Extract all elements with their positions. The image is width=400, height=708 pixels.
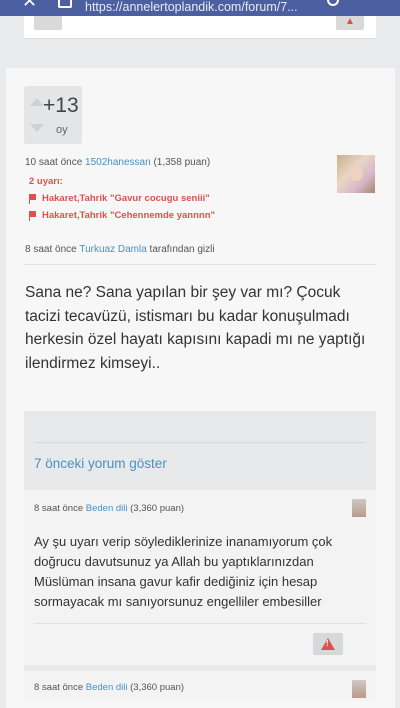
comment-text: Ay şu uyarı verip söylediklerinize inana… <box>34 534 333 609</box>
hidden-time: 8 saat önce <box>25 244 77 255</box>
post-meta: 10 saat önce 1502hanessan (1,358 puan) <box>25 157 210 168</box>
browser-toolbar: ✕ https://annelertoplandik.com/forum/7..… <box>0 0 400 16</box>
warning-item: Hakaret,Tahrik "Gavur cocugu seniii" <box>29 193 210 204</box>
downvote-icon[interactable] <box>30 124 44 132</box>
divider <box>34 442 366 443</box>
post-time: 10 saat önce <box>25 157 83 168</box>
author-avatar[interactable] <box>337 155 375 193</box>
warning-item: Hakaret,Tahrik "Cehennemde yannnn" <box>29 210 216 221</box>
url-field[interactable]: https://annelertoplandik.com/forum/7... <box>85 0 298 14</box>
post-author-points: (1,358 puan) <box>153 157 211 168</box>
divider <box>34 623 366 624</box>
warning-text: Hakaret,Tahrik "Gavur cocugu seniii" <box>42 193 210 204</box>
vote-box: +13 oy <box>24 86 82 144</box>
lock-icon[interactable] <box>58 0 72 8</box>
comment-meta: 8 saat önce Beden dili (3,360 puan) <box>34 503 184 514</box>
comment-avatar[interactable] <box>352 499 366 517</box>
comment-time: 8 saat önce <box>34 503 84 514</box>
flag-icon <box>29 194 36 204</box>
flag-button[interactable] <box>34 16 62 30</box>
hidden-suffix: tarafından gizli <box>149 244 215 255</box>
post-body: Sana ne? Sana yapılan bir şey var mı? Ço… <box>25 284 366 372</box>
close-icon[interactable]: ✕ <box>22 0 37 10</box>
vote-label: oy <box>56 124 68 136</box>
upvote-icon[interactable] <box>30 98 44 106</box>
divider <box>24 264 376 265</box>
post-author-link[interactable]: 1502hanessan <box>85 157 151 168</box>
warning-icon: ! <box>321 638 335 650</box>
comment-author-points: (3,360 puan) <box>130 503 185 514</box>
comment-item: 8 saat önce Beden dili (3,360 puan) <box>24 671 376 701</box>
hidden-note: 8 saat önce Turkuaz Damla tarafından giz… <box>25 244 215 255</box>
show-previous-comments-link[interactable]: 7 önceki yorum göster <box>34 456 167 471</box>
report-comment-button[interactable]: ! <box>313 633 343 655</box>
comment-avatar[interactable] <box>352 680 366 698</box>
warning-text: Hakaret,Tahrik "Cehennemde yannnn" <box>42 210 216 221</box>
flag-icon <box>29 211 36 221</box>
previous-post-footer: ▲ <box>24 16 376 39</box>
warning-icon: ▲ <box>345 16 355 27</box>
vote-score: +13 <box>43 94 79 117</box>
report-button[interactable]: ▲ <box>336 16 364 30</box>
warnings-title: 2 uyarı: <box>29 176 63 187</box>
hidden-by-link[interactable]: Turkuaz Damla <box>79 244 146 255</box>
share-icon[interactable] <box>327 0 339 6</box>
comment-author-link[interactable]: Beden dili <box>86 503 128 514</box>
